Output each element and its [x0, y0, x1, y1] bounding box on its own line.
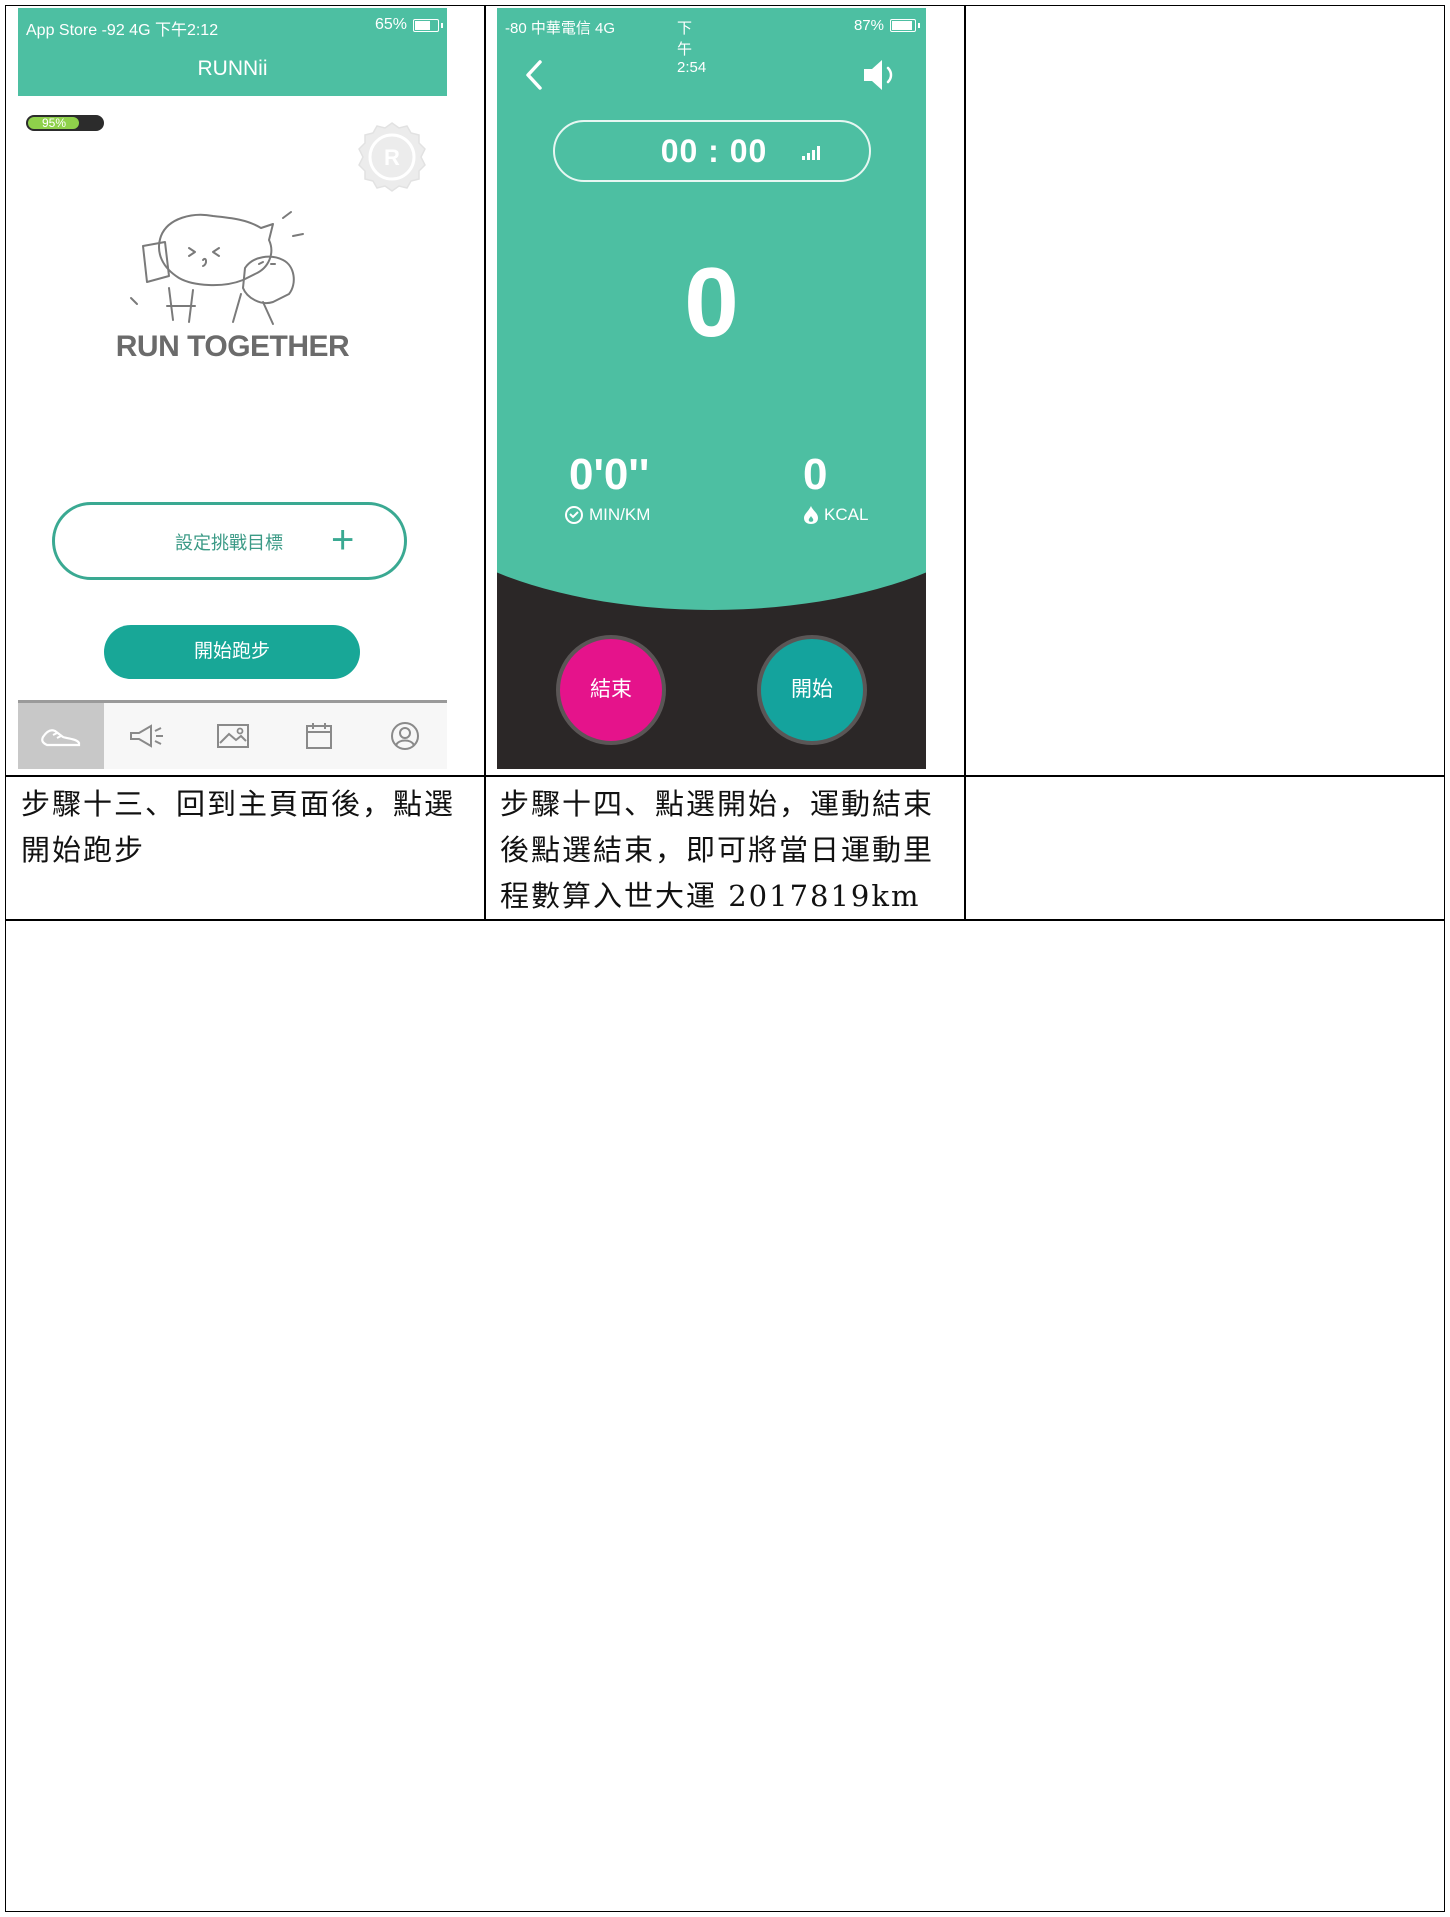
tab-run[interactable] — [18, 703, 104, 769]
set-goal-label: 設定挑戰目標 — [175, 533, 283, 553]
profile-icon — [390, 722, 419, 750]
svg-text:R: R — [384, 145, 400, 170]
status-bar-right: 87% — [853, 17, 920, 34]
status-bar-left: -80 中華電信 4G 下午2:54 — [505, 17, 706, 76]
back-chevron-icon[interactable] — [523, 58, 545, 92]
set-goal-button[interactable]: 設定挑戰目標 + — [52, 502, 407, 580]
step14-caption: 步驟十四、點選開始，運動結束 後點選結束，即可將當日運動里 程數算入世大運 20… — [500, 781, 934, 919]
start-running-button[interactable]: 開始跑步 — [104, 625, 360, 679]
step14-line3: 程數算入世大運 2017819km — [500, 879, 921, 913]
timer-value: 00 : 00 — [660, 133, 768, 169]
speaker-icon[interactable] — [860, 56, 904, 94]
megaphone-icon — [130, 724, 163, 748]
tab-gallery[interactable] — [190, 703, 276, 769]
table-row-divider-2 — [5, 919, 1445, 921]
calendar-icon — [306, 723, 332, 749]
status-bar-left: App Store -92 4G 下午2:12 — [26, 22, 219, 39]
tab-calendar[interactable] — [276, 703, 362, 769]
battery-text: 65% — [374, 16, 407, 33]
kcal-unit: KCAL — [824, 505, 869, 524]
tab-news[interactable] — [104, 703, 190, 769]
step13-line2: 開始跑步 — [21, 833, 146, 867]
start-button[interactable]: 開始 — [757, 635, 867, 745]
pace-value: 0'0'' — [569, 450, 650, 499]
distance-value: 0 — [684, 247, 739, 357]
step14-line1: 步驟十四、點選開始，運動結束 — [500, 787, 935, 821]
kcal-label: KCAL — [803, 505, 868, 525]
kcal-value: 0 — [803, 450, 828, 499]
step13-caption: 步驟十三、回到主頁面後，點選 開始跑步 — [21, 781, 455, 873]
plus-icon: + — [331, 518, 355, 562]
table-row-divider-1 — [5, 775, 1445, 777]
end-button[interactable]: 結束 — [556, 635, 666, 745]
rr-badge-icon: R — [358, 122, 426, 192]
progress-pill-text: 95% — [41, 116, 67, 130]
run-screenshot: -80 中華電信 4G 下午2:54 87% 00 : 00 0 0'0'' 0… — [497, 8, 926, 769]
progress-pill: 95% — [26, 115, 104, 131]
app-title: RUNNii — [197, 57, 268, 80]
battery-icon — [413, 18, 443, 32]
tab-profile[interactable] — [362, 703, 447, 769]
carrier-text: -80 中華電信 4G — [505, 20, 616, 37]
flame-icon — [804, 506, 818, 524]
pace-label: MIN/KM — [564, 505, 650, 525]
step14-line2: 後點選結束，即可將當日運動里 — [500, 833, 935, 867]
table-divider-2 — [964, 5, 966, 920]
battery-icon — [890, 19, 920, 32]
gps-signal-icon — [802, 146, 820, 160]
shoe-icon — [41, 729, 81, 747]
home-screenshot: App Store -92 4G 下午2:12 65% RUNNii 95% R… — [18, 8, 447, 769]
bottom-tab-bar — [18, 700, 447, 769]
status-bar-right: 65% — [374, 16, 443, 34]
app-header: App Store -92 4G 下午2:12 65% RUNNii — [18, 8, 447, 96]
status-time: 下午2:54 — [677, 20, 707, 76]
clock-icon — [565, 506, 583, 524]
step13-line1: 步驟十三、回到主頁面後，點選 — [21, 787, 456, 821]
slogan-text: RUN TOGETHER — [115, 330, 350, 363]
battery-text: 87% — [853, 17, 884, 34]
table-divider-1 — [484, 5, 486, 920]
pace-unit: MIN/KM — [589, 505, 651, 524]
timer-display: 00 : 00 — [553, 120, 871, 182]
image-icon — [217, 724, 249, 748]
mascot-illustration — [130, 211, 304, 325]
